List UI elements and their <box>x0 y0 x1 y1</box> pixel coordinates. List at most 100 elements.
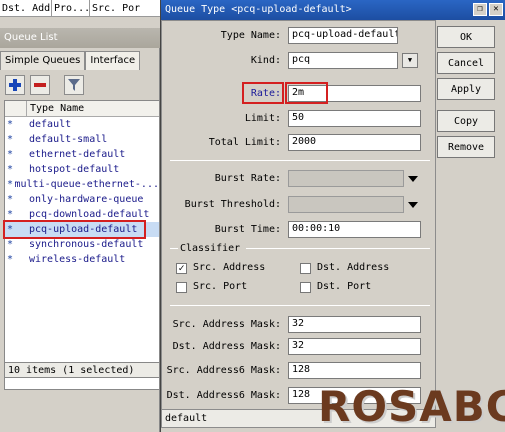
list-item[interactable]: * hotspot-default <box>5 162 159 177</box>
burst-rate-label: Burst Rate: <box>214 173 281 184</box>
dst-address-checkbox[interactable] <box>300 263 311 274</box>
kind-select[interactable]: pcq <box>288 52 398 69</box>
top-column-strip: Dst. Add... Pro... Src. Por <box>0 0 160 17</box>
watermark: ROSABC <box>318 382 505 431</box>
list-item[interactable]: * default <box>5 117 159 132</box>
list-header: Type Name <box>5 101 159 117</box>
kind-label: Kind: <box>250 55 281 66</box>
copy-button[interactable]: Copy <box>437 110 495 132</box>
list-item-name: wireless-default <box>29 254 126 265</box>
check-icon: ✓ <box>178 263 185 274</box>
limit-field[interactable]: 50 <box>288 110 421 127</box>
list-header-marker <box>5 101 27 116</box>
list-item[interactable]: * multi-queue-ethernet-... <box>5 177 159 192</box>
list-item-name: hotspot-default <box>29 164 120 175</box>
add-button[interactable] <box>5 75 25 95</box>
src-address6-mask-field[interactable]: 128 <box>288 362 421 379</box>
list-item-name: only-hardware-queue <box>29 194 144 205</box>
total-limit-field[interactable]: 2000 <box>288 134 421 151</box>
list-item-marker: * <box>7 179 14 190</box>
kind-dropdown-button[interactable]: ▼ <box>402 53 418 68</box>
tab-simple-queues[interactable]: Simple Queues <box>0 51 86 70</box>
list-item[interactable]: * default-small <box>5 132 159 147</box>
src-address-mask-label: Src. Address Mask: <box>172 319 281 330</box>
apply-button[interactable]: Apply <box>437 78 495 100</box>
list-item-name: multi-queue-ethernet-... <box>14 179 160 190</box>
burst-threshold-field[interactable] <box>288 196 404 213</box>
column-src-port[interactable]: Src. Por <box>90 0 160 16</box>
dialog-title: Queue Type <pcq-upload-default> <box>161 0 505 20</box>
list-item-marker: * <box>7 164 14 175</box>
total-limit-label: Total Limit: <box>208 137 281 148</box>
list-header-type-name[interactable]: Type Name <box>27 101 87 116</box>
dst-address-mask-label: Dst. Address Mask: <box>172 341 281 352</box>
queue-type-dialog: Queue Type <pcq-upload-default> ❐ ✕ Type… <box>160 0 505 432</box>
column-protocol[interactable]: Pro... <box>52 0 90 16</box>
src-port-checkbox[interactable] <box>176 282 187 293</box>
filter-button[interactable] <box>64 75 84 95</box>
rate-field-highlight <box>285 82 328 104</box>
burst-rate-dropdown-icon[interactable] <box>408 176 418 182</box>
column-dst-address[interactable]: Dst. Add... <box>0 0 52 16</box>
dst-address-mask-field[interactable]: 32 <box>288 338 421 355</box>
cancel-button[interactable]: Cancel <box>437 52 495 74</box>
list-item-name: pcq-download-default <box>29 209 150 220</box>
dst-port-checkbox[interactable] <box>300 282 311 293</box>
rate-label-highlight <box>242 82 284 104</box>
src-address-label: Src. Address <box>193 262 266 273</box>
minus-icon <box>34 83 46 87</box>
list-item[interactable]: * synchronous-default <box>5 237 159 252</box>
list-item-marker: * <box>7 134 14 145</box>
queue-type-list: Type Name * default * default-small * etherne… <box>4 100 160 390</box>
ok-button[interactable]: OK <box>437 26 495 48</box>
list-item-marker: * <box>7 149 14 160</box>
list-item-marker: * <box>7 239 14 250</box>
separator <box>170 305 430 306</box>
list-item-marker: * <box>7 209 14 220</box>
list-item-marker: * <box>7 254 14 265</box>
type-name-field[interactable]: pcq-upload-default <box>288 27 398 44</box>
queue-list-toolbar <box>0 70 160 100</box>
limit-label: Limit: <box>244 113 281 124</box>
list-item-name: ethernet-default <box>29 149 126 160</box>
classifier-heading: Classifier <box>180 243 241 254</box>
type-name-label: Type Name: <box>220 30 281 41</box>
queue-list-window: Queue List Simple Queues Interface Type … <box>0 28 160 432</box>
list-item[interactable]: * only-hardware-queue <box>5 192 159 207</box>
src-address-mask-field[interactable]: 32 <box>288 316 421 333</box>
dst-port-label: Dst. Port <box>317 281 372 292</box>
list-item-name: synchronous-default <box>29 239 144 250</box>
list-item-name: default-small <box>29 134 108 145</box>
queue-type-form: Type Name: pcq-upload-default Kind: pcq … <box>161 20 436 428</box>
filter-icon <box>68 79 80 91</box>
burst-rate-field[interactable] <box>288 170 404 187</box>
src-address-checkbox[interactable]: ✓ <box>176 263 187 274</box>
list-rows: * default * default-small * ethernet-default *… <box>5 117 159 267</box>
burst-time-label: Burst Time: <box>214 224 281 235</box>
tab-interface[interactable]: Interface <box>85 51 141 70</box>
selected-item-highlight <box>3 220 146 239</box>
src-port-label: Src. Port <box>193 281 248 292</box>
queue-list-title: Queue List <box>0 28 160 48</box>
separator <box>170 160 430 161</box>
dst-address-label: Dst. Address <box>317 262 390 273</box>
close-window-button[interactable]: ✕ <box>489 3 503 16</box>
list-item-name: default <box>29 119 72 130</box>
burst-threshold-label: Burst Threshold: <box>184 199 281 210</box>
queue-list-tabs: Simple Queues Interface <box>0 51 160 70</box>
list-item[interactable]: * wireless-default <box>5 252 159 267</box>
list-item[interactable]: * ethernet-default <box>5 147 159 162</box>
list-item-marker: * <box>7 194 14 205</box>
burst-time-field[interactable]: 00:00:10 <box>288 221 421 238</box>
list-item-marker: * <box>7 119 14 130</box>
classifier-line-right <box>246 248 430 249</box>
list-status: 10 items (1 selected) <box>4 362 160 378</box>
classifier-line-left <box>170 248 178 249</box>
restore-window-button[interactable]: ❐ <box>473 3 487 16</box>
src-address6-mask-label: Src. Address6 Mask: <box>166 365 281 376</box>
remove-button[interactable] <box>30 75 50 95</box>
remove-button[interactable]: Remove <box>437 136 495 158</box>
plus-icon <box>9 79 21 91</box>
burst-threshold-dropdown-icon[interactable] <box>408 202 418 208</box>
dst-address6-mask-label: Dst. Address6 Mask: <box>166 390 281 401</box>
